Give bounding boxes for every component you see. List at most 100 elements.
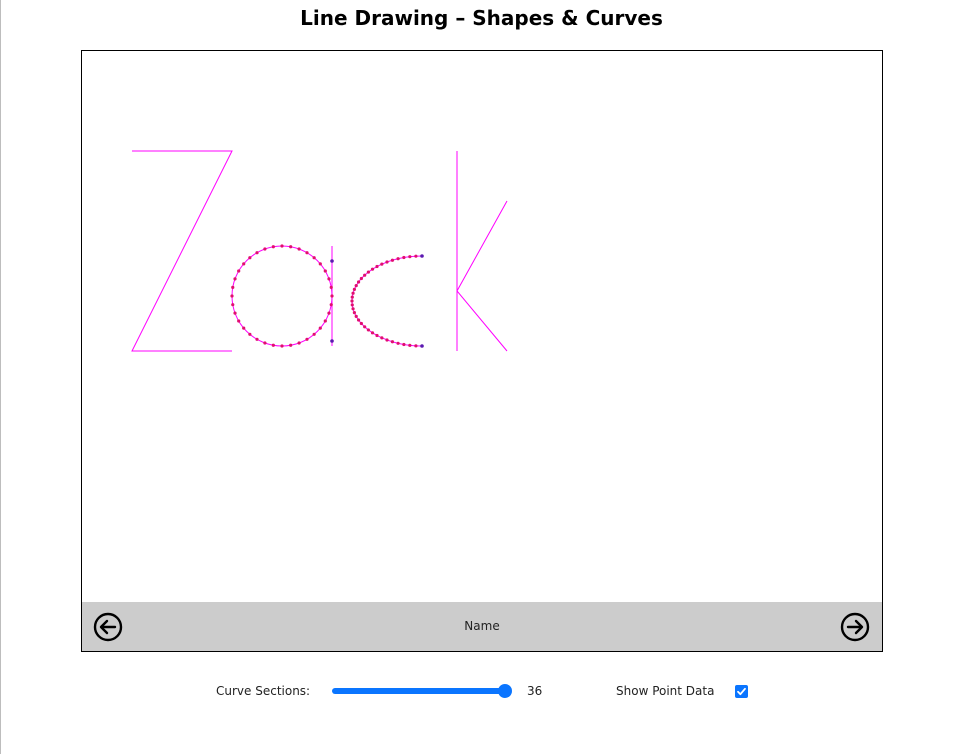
drawing-canvas[interactable]: Name xyxy=(81,50,883,652)
next-button[interactable] xyxy=(840,612,870,642)
letter-c-curve-point xyxy=(359,276,363,281)
letter-a-curve-point xyxy=(323,319,327,323)
letter-a-curve-point xyxy=(263,247,267,251)
letter-a-curve-point xyxy=(280,244,284,248)
letter-c-curve-point xyxy=(375,333,379,338)
letter-c-curve-point xyxy=(380,262,384,266)
drawing-surface xyxy=(131,150,508,352)
arrow-right-circle-icon xyxy=(840,612,870,642)
page-title: Line Drawing – Shapes & Curves xyxy=(300,6,663,30)
letter-a-curve-point xyxy=(237,269,241,273)
curve-sections-slider[interactable] xyxy=(332,684,512,698)
letter-c-curve-point xyxy=(356,280,361,284)
letter-c-curve-point xyxy=(390,258,395,262)
letter-a-curve-point xyxy=(297,247,301,251)
letter-a-curve-point xyxy=(329,285,333,289)
letter-a-curve-point xyxy=(318,326,322,330)
curve-sections-value: 36 xyxy=(527,684,543,698)
letter-c-end-point xyxy=(420,344,424,348)
nav-bar: Name xyxy=(82,602,882,651)
letter-a-curve-point xyxy=(230,294,234,298)
letter-a-curve-point xyxy=(233,277,237,281)
letter-a-curve-point xyxy=(330,294,334,298)
show-point-data-checkbox[interactable] xyxy=(735,685,748,698)
letter-a-curve-point xyxy=(248,256,252,260)
letter-a-curve-point xyxy=(233,311,237,315)
letter-a xyxy=(230,244,334,348)
letter-a-curve-point xyxy=(327,311,331,315)
letter-a-curve-point xyxy=(312,256,316,260)
letter-a-curve-point xyxy=(271,245,275,249)
letter-c-start-point xyxy=(420,254,424,258)
letter-a-curve-point xyxy=(263,341,267,345)
letter-c-curve-point xyxy=(354,284,358,288)
letter-a-curve-point xyxy=(289,343,293,347)
letter-c-curve-point xyxy=(351,307,355,311)
letter-c-curve-point xyxy=(414,254,418,258)
letter-c-curve-point xyxy=(370,267,375,271)
letter-c-curve-point xyxy=(366,270,370,274)
letter-a-curve-point xyxy=(271,343,275,347)
letter-c-curve-point xyxy=(350,299,354,303)
letter-c-curve-point xyxy=(375,264,379,269)
letter-c-curve-point xyxy=(352,287,356,291)
show-point-data-label: Show Point Data xyxy=(616,684,715,698)
letter-c-curve-point xyxy=(363,325,367,329)
letter-c xyxy=(350,254,424,348)
letter-c-curve-point xyxy=(408,343,412,347)
letter-a-curve-point xyxy=(329,303,333,307)
letter-a-curve-point xyxy=(231,303,235,307)
letter-k-arms xyxy=(456,200,508,352)
checkmark-icon xyxy=(737,687,746,696)
letter-c-curve-point xyxy=(351,291,355,295)
letter-c-curve-point xyxy=(354,314,358,318)
letter-a-curve-point xyxy=(318,262,322,266)
letter-c-curve-point xyxy=(366,328,370,332)
controls-bar: Curve Sections: 36 Show Point Data xyxy=(1,680,961,704)
letter-c-curve-point xyxy=(402,255,406,260)
letter-c-curve-point xyxy=(396,257,400,261)
letter-a-curve-point xyxy=(312,332,316,336)
curve-sections-label: Curve Sections: xyxy=(216,684,311,698)
letter-c-curve-point xyxy=(370,331,375,335)
letter-c-curve-point xyxy=(414,344,418,348)
letter-a-curve-point xyxy=(289,245,293,249)
letter-c-curve-point xyxy=(390,340,395,344)
letter-a-stem-bottom-point xyxy=(330,339,334,343)
letter-a-bowl xyxy=(231,245,333,347)
letter-c-curve-point xyxy=(408,255,412,259)
letter-a-curve-point xyxy=(242,326,246,330)
letter-c-curve-point xyxy=(402,342,406,347)
letter-c-curve-point xyxy=(350,295,354,299)
letter-a-curve-point xyxy=(305,251,309,255)
letter-c-curve-point xyxy=(380,336,384,340)
letter-a-curve-point xyxy=(323,269,327,273)
letter-a-curve-point xyxy=(237,319,241,323)
letter-c-curve xyxy=(351,255,423,347)
letter-c-curve-point xyxy=(350,303,354,307)
letter-c-curve-point xyxy=(363,273,367,277)
letter-a-stem-top-point xyxy=(330,259,334,263)
letter-z xyxy=(131,150,233,352)
letter-k xyxy=(456,151,508,352)
letter-a-curve-point xyxy=(248,332,252,336)
letter-a-curve-point xyxy=(255,337,259,341)
slider-track xyxy=(332,688,505,694)
letter-c-curve-point xyxy=(385,260,389,264)
letter-a-curve-point xyxy=(231,285,235,289)
letter-a-curve-point xyxy=(280,344,284,348)
letter-a-curve-point xyxy=(242,262,246,266)
letter-a-curve-point xyxy=(297,341,301,345)
letter-a-curve-point xyxy=(255,251,259,255)
letter-a-points xyxy=(230,244,334,348)
letter-c-curve-point xyxy=(385,338,389,342)
letter-a-curve-point xyxy=(305,337,309,341)
letter-c-points xyxy=(350,254,418,348)
letter-a-curve-point xyxy=(327,277,331,281)
letter-c-curve-point xyxy=(356,318,361,322)
letter-c-curve-point xyxy=(396,341,400,345)
slider-thumb[interactable] xyxy=(498,684,512,698)
letter-c-curve-point xyxy=(359,321,363,326)
drawing-name-label: Name xyxy=(464,619,500,633)
letter-c-curve-point xyxy=(352,311,356,315)
